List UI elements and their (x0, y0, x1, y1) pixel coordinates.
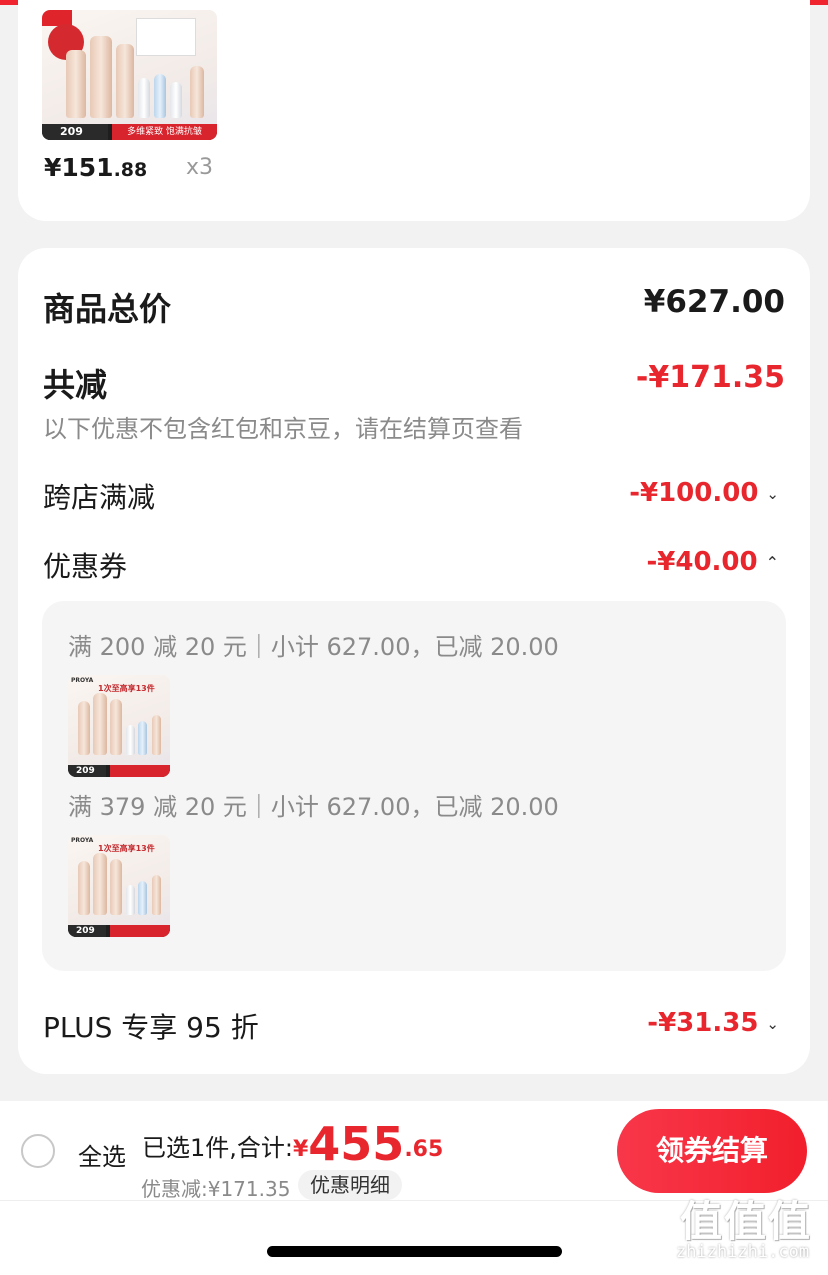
reduce-row: 共减 -¥171.35 (43, 360, 785, 404)
coupon-rule-2: 满 379 减 20 元｜小计 627.00，已减 20.00 (68, 793, 559, 821)
coupon-product-thumbnail[interactable]: PROYA 1次至高享13件 209 (68, 675, 170, 777)
coupon-rule-1: 满 200 减 20 元｜小计 627.00，已减 20.00 (68, 633, 559, 661)
product-bottle (110, 699, 122, 755)
product-bottle (138, 721, 147, 755)
product-box (136, 18, 196, 56)
product-bottle (110, 859, 122, 915)
cross-store-label: 跨店满减 (43, 481, 156, 514)
thumb-price-bar: 209 多维紧致 饱满抗皱 (42, 124, 217, 140)
select-all-label[interactable]: 全选 (78, 1137, 126, 1172)
plus-label: PLUS 专享 95 折 (43, 1011, 259, 1044)
coupon-value: -¥40.00 ⌃ (646, 547, 779, 577)
plus-discount-row[interactable]: PLUS 专享 95 折 -¥31.35 ⌄ (43, 1006, 785, 1046)
discount-note: 以下优惠不包含红包和京豆，请在结算页查看 (43, 415, 523, 443)
product-quantity: x3 (186, 155, 214, 180)
radio-unchecked-icon[interactable] (21, 1134, 55, 1168)
total-value: ¥627.00 (643, 284, 785, 320)
product-bottle (152, 715, 161, 755)
total-integer: 455 (308, 1117, 405, 1171)
total-decimal: .65 (404, 1137, 444, 1162)
product-bottle (126, 725, 135, 755)
cross-store-amount: -¥100.00 (629, 478, 759, 508)
product-bottle (138, 881, 147, 915)
product-bottle (190, 66, 204, 118)
thumb-headline: 1次至高享13件 (98, 844, 155, 853)
product-card: 209 多维紧致 饱满抗皱 ¥151.88 x3 (18, 0, 810, 221)
chevron-down-icon: ⌄ (766, 1014, 779, 1033)
cross-store-value: -¥100.00 ⌄ (629, 478, 779, 508)
product-bottle (116, 44, 134, 118)
product-bottle (78, 861, 90, 915)
watermark-glyphs: 值值值 (680, 1197, 813, 1246)
selected-count: 已选1件,合计: (142, 1134, 293, 1162)
chevron-down-icon: ⌄ (766, 484, 779, 503)
thumb-price: 209 (42, 124, 108, 140)
thumb-slogan-strip (110, 765, 170, 777)
discount-detail-button[interactable]: 优惠明细 (298, 1170, 402, 1200)
home-indicator (267, 1246, 562, 1257)
discount-summary: 优惠减:¥171.35 (141, 1177, 291, 1201)
coupon-amount: -¥40.00 (646, 547, 758, 577)
price-integer: ¥151 (44, 153, 114, 182)
product-bottle (126, 885, 135, 915)
product-bottle (90, 36, 112, 118)
checkout-button[interactable]: 领券结算 (617, 1109, 807, 1193)
thumb-slogan-strip (110, 925, 170, 937)
thumb-price: 209 (68, 765, 106, 777)
product-bottle (78, 701, 90, 755)
price-decimal: .88 (113, 159, 148, 181)
thumb-brand: PROYA (71, 677, 94, 684)
cross-store-row[interactable]: 跨店满减 -¥100.00 ⌄ (43, 476, 785, 516)
product-bottle (93, 693, 107, 755)
reduce-value: -¥171.35 (635, 360, 785, 395)
plus-value: -¥31.35 ⌄ (647, 1008, 779, 1038)
product-bottle (138, 78, 150, 118)
watermark-site: zhizhizhi.com (676, 1242, 810, 1262)
product-bottle (170, 82, 182, 118)
product-thumbnail[interactable]: 209 多维紧致 饱满抗皱 (42, 10, 217, 140)
thumb-price: 209 (68, 925, 106, 937)
plus-amount: -¥31.35 (647, 1008, 759, 1038)
chevron-up-icon: ⌃ (765, 553, 779, 572)
product-bottle (66, 50, 86, 118)
thumb-price-bar: 209 (68, 925, 170, 937)
price-summary-card: 商品总价 ¥627.00 共减 -¥171.35 以下优惠不包含红包和京豆，请在… (18, 248, 810, 1074)
thumb-headline: 1次至高享13件 (98, 684, 155, 693)
total-currency: ¥ (292, 1137, 309, 1162)
total-label: 商品总价 (43, 290, 172, 328)
thumb-slogan: 多维紧致 饱满抗皱 (112, 124, 217, 140)
thumb-price-bar: 209 (68, 765, 170, 777)
total-row: 商品总价 ¥627.00 (43, 284, 785, 328)
watermark-logo: 值值值 zhizhizhi.com (676, 1188, 826, 1268)
reduce-label: 共减 (43, 366, 108, 404)
product-bottle (152, 875, 161, 915)
product-price: ¥151.88 (44, 153, 147, 182)
selection-summary: 已选1件,合计:¥455.65 (142, 1117, 443, 1171)
coupon-detail-panel: 满 200 减 20 元｜小计 627.00，已减 20.00 PROYA 1次… (42, 601, 786, 971)
thumb-brand: PROYA (71, 837, 94, 844)
coupon-label: 优惠券 (43, 550, 128, 583)
product-bottle (93, 853, 107, 915)
coupon-product-thumbnail[interactable]: PROYA 1次至高享13件 209 (68, 835, 170, 937)
product-bottle (154, 74, 166, 118)
coupon-row[interactable]: 优惠券 -¥40.00 ⌃ (43, 545, 785, 585)
